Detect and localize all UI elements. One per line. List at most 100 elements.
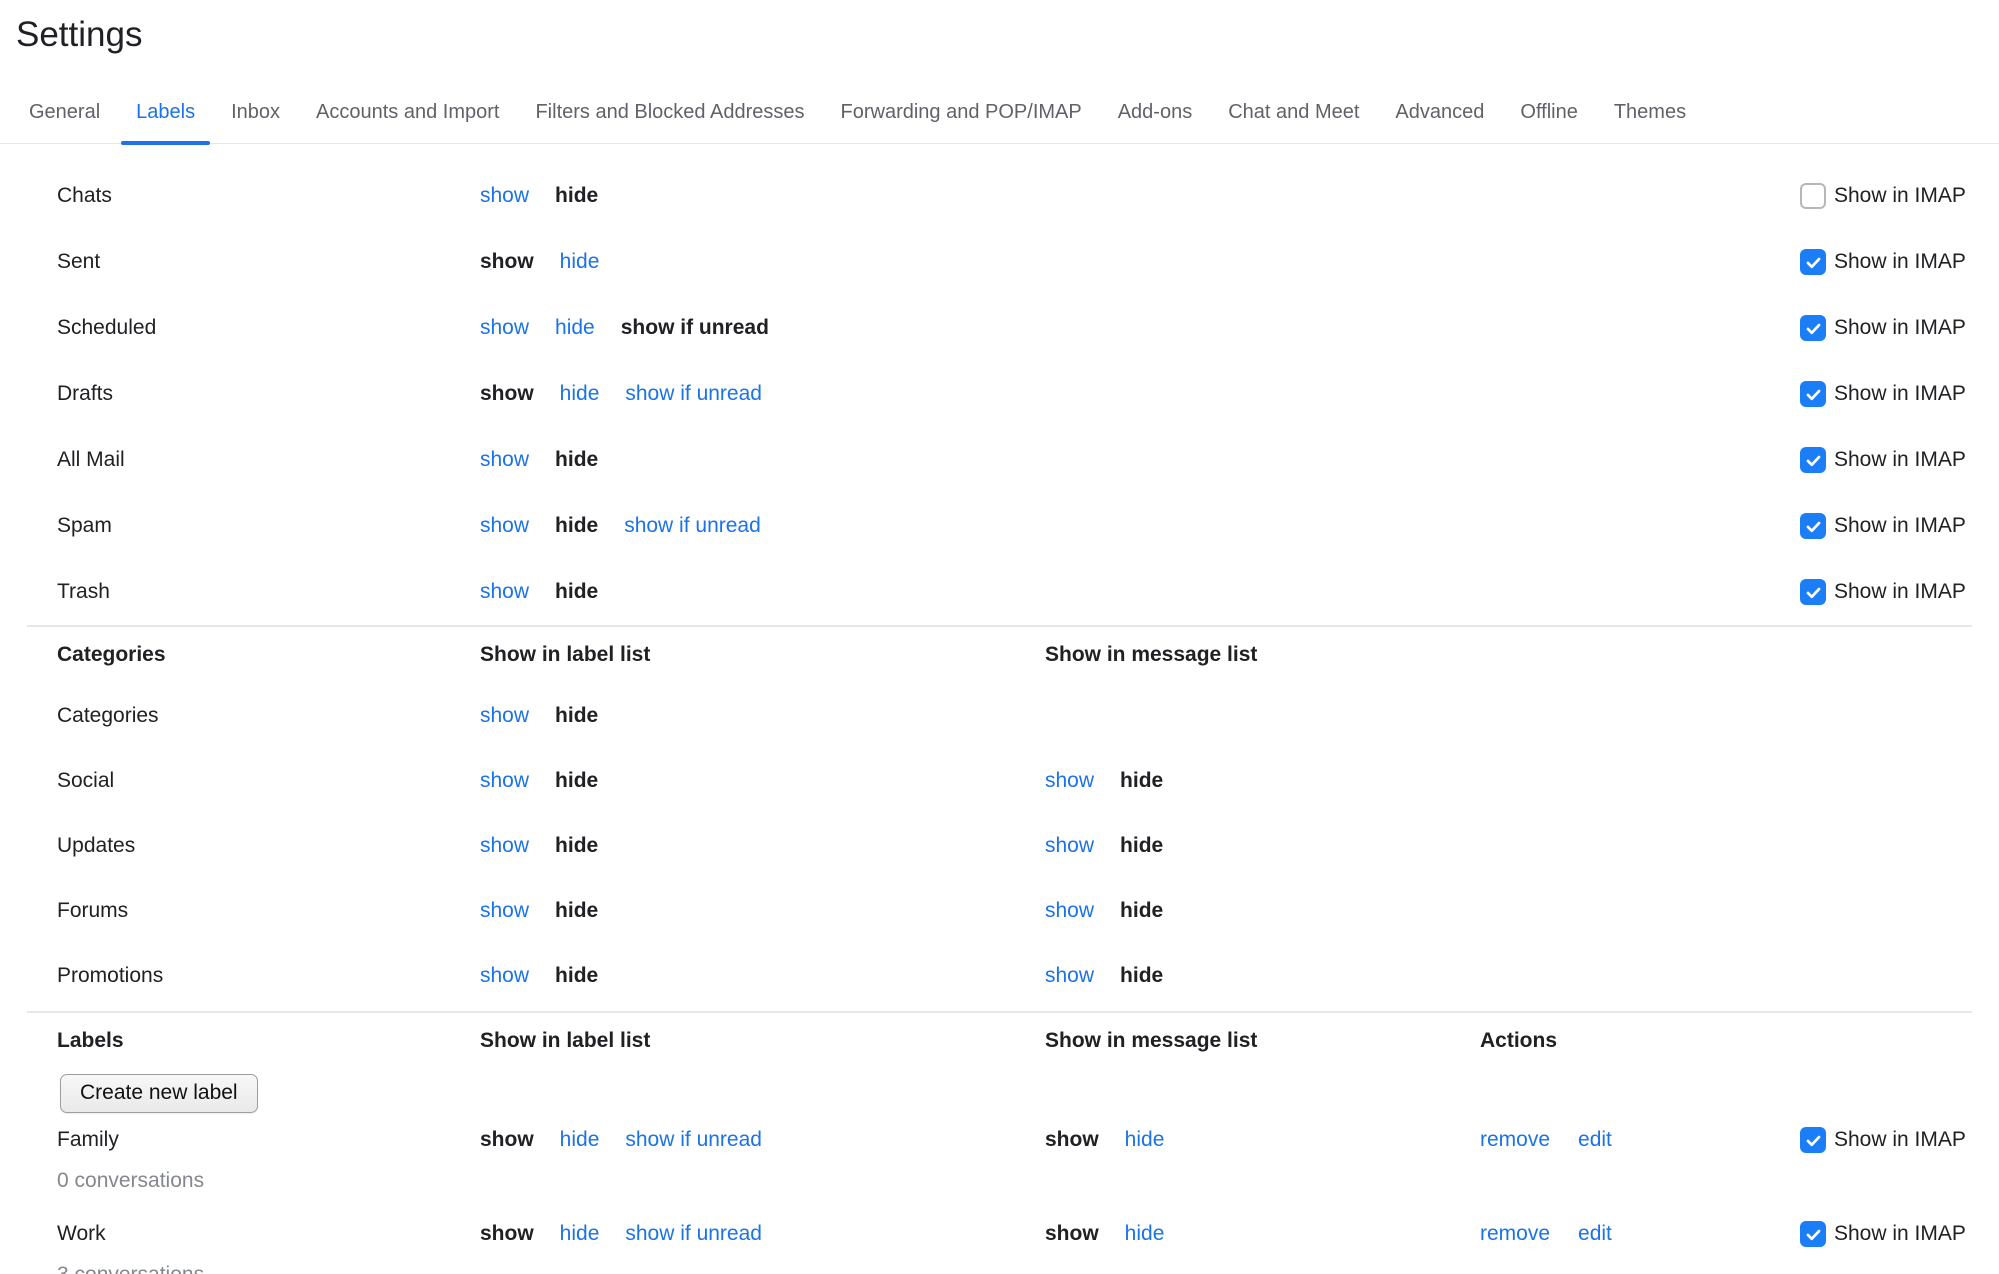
option-show-if-unread[interactable]: show if unread bbox=[625, 1128, 762, 1152]
option-show[interactable]: show bbox=[1045, 899, 1094, 923]
row-all-mail: All MailshowhideShow in IMAP bbox=[0, 427, 1999, 493]
option-show[interactable]: show bbox=[480, 184, 529, 208]
create-new-label-button[interactable]: Create new label bbox=[60, 1074, 258, 1113]
row-sent: Sentshow hide Show in IMAP bbox=[0, 229, 1999, 295]
option-hide[interactable]: hide bbox=[1125, 1222, 1165, 1246]
option-show-if-unread[interactable]: show if unread bbox=[625, 1222, 762, 1246]
tab-forwarding-and-pop-imap[interactable]: Forwarding and POP/IMAP bbox=[840, 86, 1083, 143]
tab-offline[interactable]: Offline bbox=[1519, 86, 1578, 143]
option-hide[interactable]: hide bbox=[1125, 1128, 1165, 1152]
label-name: Scheduled bbox=[57, 316, 480, 340]
gmail-settings-page: Settings GeneralLabelsInboxAccounts and … bbox=[0, 0, 1999, 1274]
show-in-imap-label: Show in IMAP bbox=[1834, 250, 1966, 274]
column-show-in-message-list: Show in message list bbox=[1045, 1029, 1480, 1053]
option-hide[interactable]: hide bbox=[560, 382, 600, 406]
label-name: Social bbox=[57, 769, 480, 793]
tab-chat-and-meet[interactable]: Chat and Meet bbox=[1227, 86, 1360, 143]
option-show[interactable]: show bbox=[480, 769, 529, 793]
option-show-if-unread[interactable]: show if unread bbox=[625, 382, 762, 406]
tab-advanced[interactable]: Advanced bbox=[1394, 86, 1485, 143]
row-drafts: Draftsshowhideshow if unreadShow in IMAP bbox=[0, 361, 1999, 427]
row-scheduled: Scheduledshowhideshow if unreadShow in I… bbox=[0, 295, 1999, 361]
row-updates: Updatesshowhideshowhide bbox=[0, 813, 1999, 878]
checkmark-icon bbox=[1804, 1225, 1823, 1244]
edit-link[interactable]: edit bbox=[1578, 1128, 1612, 1152]
remove-link[interactable]: remove bbox=[1480, 1222, 1550, 1246]
system-labels-section: ChatsshowhideShow in IMAPSentshowhideSho… bbox=[0, 144, 1999, 625]
option-hide: hide bbox=[1120, 769, 1163, 793]
option-hide: hide bbox=[555, 899, 598, 923]
tab-accounts-and-import[interactable]: Accounts and Import bbox=[315, 86, 500, 143]
show-in-imap-label: Show in IMAP bbox=[1834, 184, 1966, 208]
option-hide[interactable]: hide bbox=[560, 1222, 600, 1246]
label-name: All Mail bbox=[57, 448, 480, 472]
option-show: show bbox=[480, 1128, 534, 1152]
checkmark-icon bbox=[1804, 583, 1823, 602]
option-show-if-unread[interactable]: show if unread bbox=[624, 514, 761, 538]
row-spam: Spamshowhideshow if unreadShow in IMAP bbox=[0, 493, 1999, 559]
option-show[interactable]: show bbox=[1045, 769, 1094, 793]
categories-header-title: Categories bbox=[57, 643, 480, 667]
column-show-in-label-list: Show in label list bbox=[480, 643, 1045, 667]
option-show[interactable]: show bbox=[480, 580, 529, 604]
row-forums: Forumsshowhideshowhide bbox=[0, 878, 1999, 943]
tab-themes[interactable]: Themes bbox=[1613, 86, 1687, 143]
option-hide: hide bbox=[555, 704, 598, 728]
remove-link[interactable]: remove bbox=[1480, 1128, 1550, 1152]
edit-link[interactable]: edit bbox=[1578, 1222, 1612, 1246]
row-chats: Chatsshow hide Show in IMAP bbox=[0, 163, 1999, 229]
tab-inbox[interactable]: Inbox bbox=[230, 86, 281, 143]
option-show[interactable]: show bbox=[480, 514, 529, 538]
show-in-imap-label: Show in IMAP bbox=[1834, 1128, 1966, 1152]
show-in-imap-checkbox-drafts[interactable] bbox=[1800, 381, 1826, 407]
option-hide: hide bbox=[1120, 899, 1163, 923]
option-show[interactable]: show bbox=[480, 448, 529, 472]
show-in-imap-label: Show in IMAP bbox=[1834, 382, 1966, 406]
tab-labels[interactable]: Labels bbox=[135, 86, 196, 143]
tab-general[interactable]: General bbox=[28, 86, 101, 143]
option-show: show bbox=[1045, 1222, 1099, 1246]
column-show-in-message-list: Show in message list bbox=[1045, 643, 1480, 667]
row-trash: TrashshowhideShow in IMAP bbox=[0, 559, 1999, 625]
option-show[interactable]: show bbox=[480, 316, 529, 340]
show-in-imap-label: Show in IMAP bbox=[1834, 580, 1966, 604]
option-show: show bbox=[480, 250, 534, 274]
option-hide: hide bbox=[555, 184, 598, 208]
option-hide[interactable]: hide bbox=[560, 250, 600, 274]
tab-add-ons[interactable]: Add-ons bbox=[1117, 86, 1194, 143]
label-name: Chats bbox=[57, 184, 480, 208]
option-show[interactable]: show bbox=[480, 704, 529, 728]
option-show[interactable]: show bbox=[480, 899, 529, 923]
show-in-imap-checkbox-all-mail[interactable] bbox=[1800, 447, 1826, 473]
show-in-imap-checkbox-spam[interactable] bbox=[1800, 513, 1826, 539]
show-in-imap-checkbox-sent[interactable] bbox=[1800, 249, 1826, 275]
show-in-imap-checkbox-family[interactable] bbox=[1800, 1127, 1826, 1153]
categories-section: Categories Show in label list Show in me… bbox=[0, 627, 1999, 1008]
conversation-count: 0 conversations bbox=[0, 1163, 1999, 1199]
option-hide: hide bbox=[555, 964, 598, 988]
option-show[interactable]: show bbox=[480, 834, 529, 858]
label-name: Sent bbox=[57, 250, 480, 274]
show-in-imap-checkbox-trash[interactable] bbox=[1800, 579, 1826, 605]
checkmark-icon bbox=[1804, 517, 1823, 536]
checkmark-icon bbox=[1804, 319, 1823, 338]
option-hide[interactable]: hide bbox=[560, 1128, 600, 1152]
row-categories: Categoriesshow hide bbox=[0, 683, 1999, 748]
label-block-family: Familyshowhideshow if unreadshowhideremo… bbox=[0, 1117, 1999, 1199]
option-hide: hide bbox=[1120, 834, 1163, 858]
checkmark-icon bbox=[1804, 385, 1823, 404]
option-hide: hide bbox=[555, 580, 598, 604]
show-in-imap-checkbox-chats[interactable] bbox=[1800, 183, 1826, 209]
label-name: Forums bbox=[57, 899, 480, 923]
option-show: show bbox=[480, 1222, 534, 1246]
option-show[interactable]: show bbox=[1045, 834, 1094, 858]
tab-filters-and-blocked-addresses[interactable]: Filters and Blocked Addresses bbox=[534, 86, 805, 143]
show-in-imap-checkbox-work[interactable] bbox=[1800, 1221, 1826, 1247]
show-in-imap-label: Show in IMAP bbox=[1834, 316, 1966, 340]
label-name: Updates bbox=[57, 834, 480, 858]
show-in-imap-checkbox-scheduled[interactable] bbox=[1800, 315, 1826, 341]
option-show[interactable]: show bbox=[480, 964, 529, 988]
label-name: Categories bbox=[57, 704, 480, 728]
option-hide[interactable]: hide bbox=[555, 316, 595, 340]
option-show[interactable]: show bbox=[1045, 964, 1094, 988]
